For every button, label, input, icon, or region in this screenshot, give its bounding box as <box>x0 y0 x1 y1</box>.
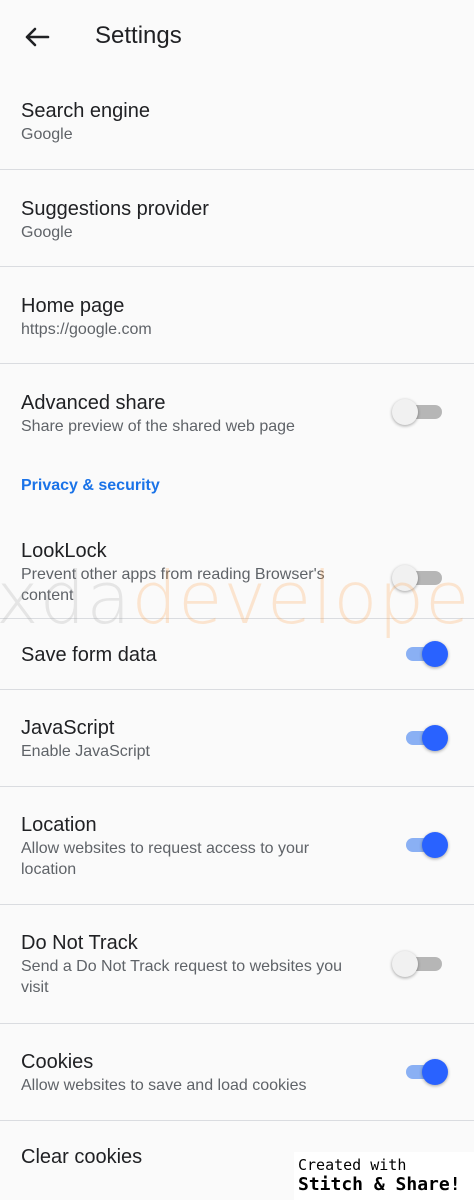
looklock-title: LookLock <box>21 540 107 562</box>
location-toggle[interactable] <box>404 832 448 858</box>
toggle-knob <box>422 725 448 751</box>
javascript-setting[interactable]: JavaScript Enable JavaScript <box>0 690 474 787</box>
cookies-title: Cookies <box>21 1051 94 1073</box>
search-engine-setting[interactable]: Search engine Google <box>0 76 474 170</box>
toggle-knob <box>422 832 448 858</box>
stitch-share-badge: Created with Stitch & Share! <box>294 1152 474 1200</box>
suggestions-provider-setting[interactable]: Suggestions provider Google <box>0 170 474 267</box>
home-page-value: https://google.com <box>21 321 152 338</box>
toggle-knob <box>422 641 448 667</box>
stitch-badge-line1: Created with <box>298 1156 407 1174</box>
advanced-share-setting[interactable]: Advanced share Share preview of the shar… <box>0 364 474 461</box>
do-not-track-setting[interactable]: Do Not Track Send a Do Not Track request… <box>0 905 474 1024</box>
javascript-subtitle: Enable JavaScript <box>21 743 150 760</box>
save-form-data-setting[interactable]: Save form data <box>0 619 474 690</box>
toggle-knob <box>392 565 418 591</box>
search-engine-title: Search engine <box>21 100 150 122</box>
cookies-setting[interactable]: Cookies Allow websites to save and load … <box>0 1024 474 1121</box>
toggle-knob <box>422 1059 448 1085</box>
javascript-toggle[interactable] <box>404 725 448 751</box>
save-form-data-title: Save form data <box>21 644 157 666</box>
javascript-title: JavaScript <box>21 717 115 739</box>
looklock-toggle[interactable] <box>392 565 448 591</box>
looklock-subtitle: Prevent other apps from reading Browser'… <box>21 566 325 604</box>
page-title: Settings <box>95 22 182 49</box>
app-bar: Settings <box>0 0 474 76</box>
suggestions-provider-title: Suggestions provider <box>21 198 209 220</box>
do-not-track-subtitle: Send a Do Not Track request to websites … <box>21 958 343 996</box>
toggle-knob <box>392 951 418 977</box>
back-arrow-icon[interactable] <box>22 22 52 52</box>
advanced-share-title: Advanced share <box>21 392 166 414</box>
home-page-title: Home page <box>21 295 125 317</box>
stitch-badge-line2: Stitch & Share! <box>298 1174 461 1195</box>
advanced-share-subtitle: Share preview of the shared web page <box>21 418 295 435</box>
location-setting[interactable]: Location Allow websites to request acces… <box>0 787 474 905</box>
toggle-knob <box>392 399 418 425</box>
suggestions-provider-value: Google <box>21 224 73 241</box>
privacy-security-header: Privacy & security <box>21 477 160 494</box>
do-not-track-toggle[interactable] <box>392 951 448 977</box>
save-form-data-toggle[interactable] <box>404 641 448 667</box>
home-page-setting[interactable]: Home page https://google.com <box>0 267 474 364</box>
do-not-track-title: Do Not Track <box>21 932 138 954</box>
cookies-subtitle: Allow websites to save and load cookies <box>21 1077 307 1094</box>
search-engine-value: Google <box>21 126 73 143</box>
looklock-setting[interactable]: LookLock Prevent other apps from reading… <box>0 511 474 619</box>
advanced-share-toggle[interactable] <box>392 399 448 425</box>
location-title: Location <box>21 814 97 836</box>
cookies-toggle[interactable] <box>404 1059 448 1085</box>
location-subtitle: Allow websites to request access to your… <box>21 840 310 878</box>
